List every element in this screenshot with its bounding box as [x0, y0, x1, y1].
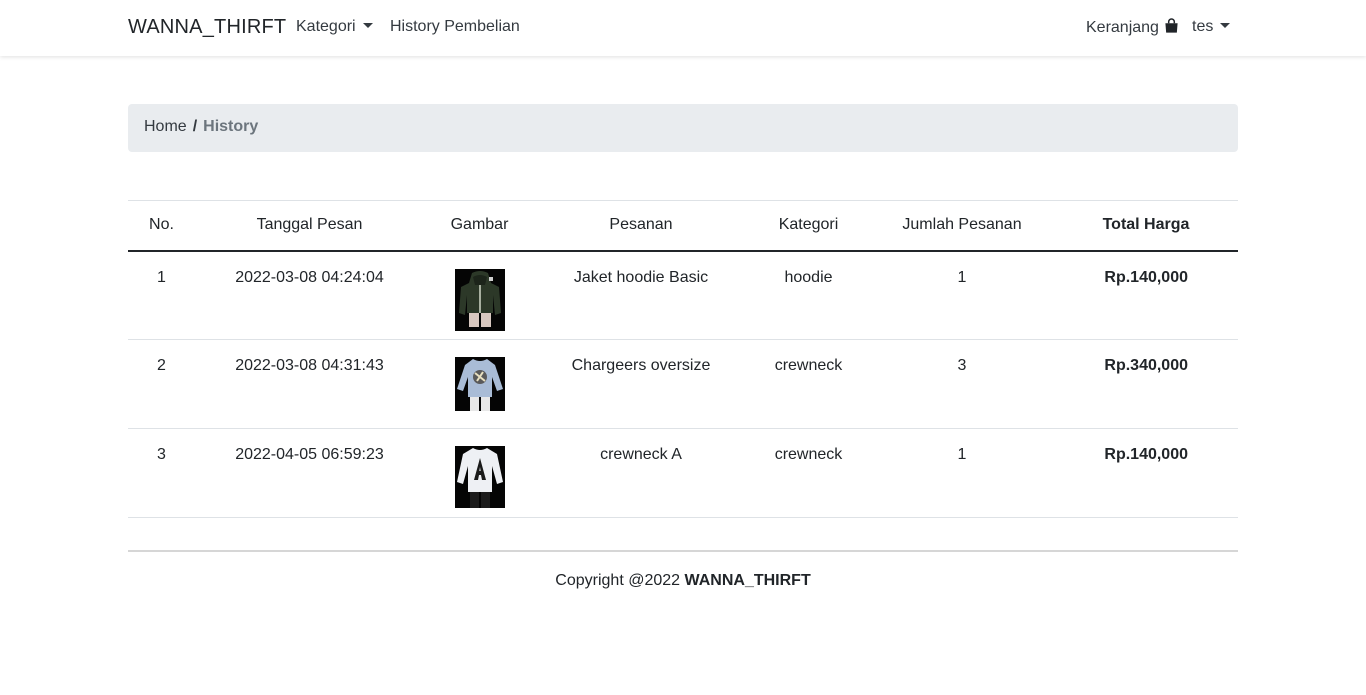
cell-pesanan: Jaket hoodie Basic [573, 268, 709, 286]
cell-jumlah: 1 [957, 446, 967, 463]
column-header-gambar: Gambar [450, 216, 509, 234]
column-header-kategori: Kategori [778, 216, 839, 234]
breadcrumb-current: History [203, 118, 259, 135]
cell-tanggal: 2022-03-08 04:31:43 [235, 357, 384, 374]
brand-link[interactable]: WANNA_THIRFT [128, 16, 286, 39]
table-header-row: No. Tanggal Pesan Gambar Pesanan Kategor… [128, 200, 1238, 251]
table-row: 1 2022-03-08 04:24:04 Jaket hoodie Basic… [128, 251, 1238, 340]
shopping-bag-icon [1165, 18, 1178, 33]
nav-kategori-dropdown[interactable]: Kategori [296, 18, 373, 36]
cell-gambar [424, 429, 535, 518]
breadcrumb-home-link[interactable]: Home [144, 118, 187, 135]
footer-copyright: Copyright @2022 [555, 572, 681, 589]
cell-jumlah: 3 [957, 357, 967, 374]
cell-no: 3 [157, 446, 166, 463]
table-row: 2 2022-03-08 04:31:43 Chargeers oversize… [128, 340, 1238, 429]
cell-no: 2 [157, 357, 166, 374]
cell-jumlah: 1 [957, 268, 967, 286]
footer-brand: WANNA_THIRFT [684, 572, 811, 589]
hoodie-photo-icon [454, 268, 505, 331]
navbar-inner: WANNA_THIRFT Kategori History Pembelian … [128, 0, 1238, 56]
cell-pesanan: crewneck A [600, 446, 682, 463]
cell-kategori: crewneck [774, 446, 843, 463]
column-header-jumlah: Jumlah Pesanan [902, 216, 1022, 234]
chevron-down-icon [362, 23, 373, 28]
footer: Copyright @2022 WANNA_THIRFT [0, 572, 1366, 590]
cell-pesanan: Chargeers oversize [571, 357, 711, 374]
crewneck-a-photo-icon [454, 446, 505, 508]
column-header-total: Total Harga [1102, 216, 1190, 234]
chevron-down-icon [1220, 23, 1231, 28]
table-row: 3 2022-04-05 06:59:23 crewneck A crewnec… [128, 429, 1238, 518]
footer-divider [128, 550, 1238, 552]
breadcrumb: Home / History [128, 104, 1238, 152]
cell-gambar [424, 340, 535, 429]
nav-cart-label: Keranjang [1086, 19, 1159, 36]
nav-kategori-label: Kategori [296, 18, 356, 35]
cell-no: 1 [157, 268, 166, 286]
cell-total: Rp.340,000 [1104, 357, 1188, 374]
cell-tanggal: 2022-03-08 04:24:04 [235, 268, 384, 286]
history-table: No. Tanggal Pesan Gambar Pesanan Kategor… [128, 200, 1238, 518]
cell-kategori: crewneck [774, 357, 843, 374]
nav-history-link[interactable]: History Pembelian [390, 18, 520, 36]
column-header-tanggal: Tanggal Pesan [256, 216, 363, 234]
cell-gambar [424, 251, 535, 340]
column-header-no: No. [149, 216, 174, 234]
column-header-pesanan: Pesanan [609, 216, 673, 234]
navbar: WANNA_THIRFT Kategori History Pembelian … [0, 0, 1366, 56]
cell-total: Rp.140,000 [1104, 268, 1188, 286]
nav-user-dropdown[interactable]: tes [1192, 18, 1231, 36]
cell-total: Rp.140,000 [1104, 446, 1188, 463]
crewneck-photo-icon [454, 357, 505, 411]
breadcrumb-separator: / [192, 118, 198, 135]
cell-kategori: hoodie [784, 268, 833, 286]
nav-cart-link[interactable]: Keranjang [1086, 18, 1179, 37]
cell-tanggal: 2022-04-05 06:59:23 [235, 446, 384, 463]
nav-user-label: tes [1192, 18, 1214, 35]
